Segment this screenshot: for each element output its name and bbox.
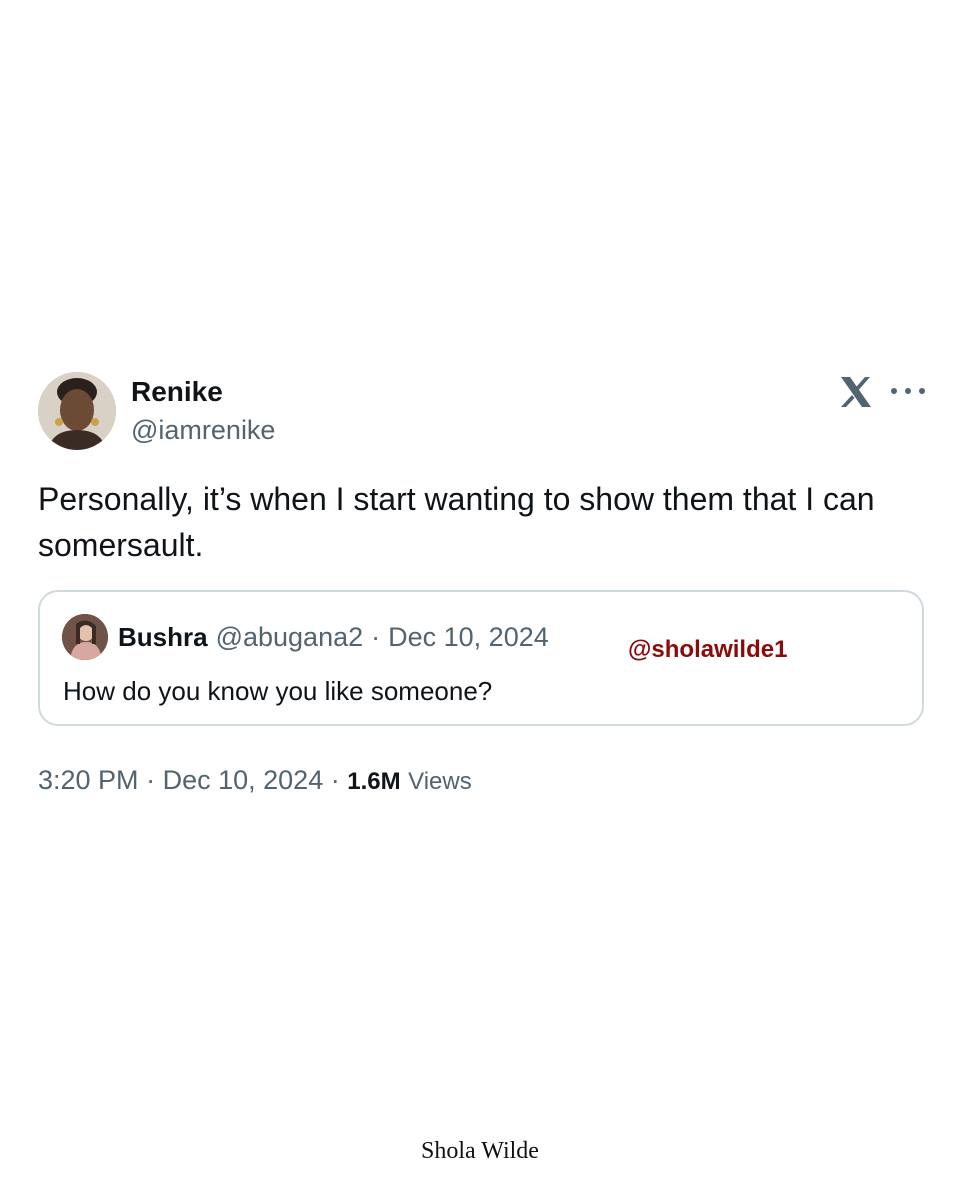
meta-separator: · [146,765,156,795]
quoted-date[interactable]: Dec 10, 2024 [388,622,549,653]
quoted-tweet-header: Bushra @abugana2 · Dec 10, 2024 [62,614,549,660]
author-handle[interactable]: @iamrenike [131,412,275,448]
views-label: Views [408,768,472,795]
avatar[interactable] [38,372,116,450]
watermark-handle: @sholawilde1 [628,636,788,663]
more-icon[interactable] [891,376,925,406]
author-names: Renike @iamrenike [131,374,275,448]
quoted-avatar[interactable] [62,614,108,660]
quoted-handle[interactable]: @abugana2 [216,622,364,653]
quoted-text: How do you know you like someone? [63,676,493,706]
views-count: 1.6M [347,768,401,795]
x-logo-icon [838,374,874,410]
meta-separator: · [330,765,340,795]
footer-signature: Shola Wilde [421,1138,539,1164]
quoted-display-name[interactable]: Bushra [118,622,208,653]
quoted-separator: · [371,621,381,652]
tweet-card: Renike @iamrenike Personally, it’s when … [38,372,928,795]
tweet-meta: 3:20 PM · Dec 10, 2024 · 1.6M Views [38,762,472,800]
tweet-header: Renike @iamrenike [38,372,928,452]
tweet-text: Personally, it’s when I start wanting to… [38,481,875,563]
author-display-name[interactable]: Renike [131,374,275,410]
tweet-date[interactable]: Dec 10, 2024 [163,765,324,795]
quoted-tweet[interactable]: Bushra @abugana2 · Dec 10, 2024 @sholawi… [38,590,924,726]
tweet-time[interactable]: 3:20 PM [38,765,139,795]
